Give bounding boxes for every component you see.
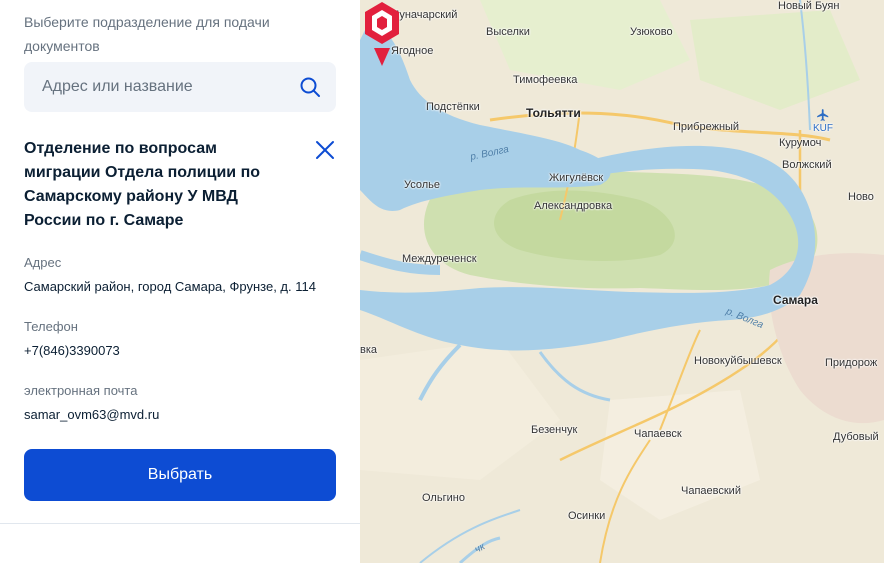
address-field: Адрес Самарский район, город Самара, Фру… xyxy=(24,254,344,296)
map-label-podstepki: Подстёпки xyxy=(426,101,480,113)
map-label-bezenchuk: Безенчук xyxy=(531,424,578,436)
map-label-vka: вка xyxy=(360,344,378,356)
map-label-usolye: Усолье xyxy=(404,179,441,191)
phone-value: +7(846)3390073 xyxy=(24,343,120,358)
email-field: электронная почта samar_ovm63@mvd.ru xyxy=(24,382,344,424)
office-panel: Выберите подразделение для подачи докуме… xyxy=(0,0,360,563)
map-label-pribrezhny: Прибрежный xyxy=(673,121,740,133)
address-label: Адрес xyxy=(24,255,62,270)
map-label-mezhdurechensk: Междуреченск xyxy=(402,253,477,265)
map-label-samara: Самара xyxy=(773,293,818,307)
map-label-osinki: Осинки xyxy=(568,510,606,522)
map[interactable]: Луначарский Выселки Узюково Новый Буян Я… xyxy=(360,0,884,563)
map-label-chapaevsky: Чапаевский xyxy=(681,485,741,497)
map-label-uzyukovo: Узюково xyxy=(630,26,673,38)
search-icon[interactable] xyxy=(298,75,322,99)
email-value: samar_ovm63@mvd.ru xyxy=(24,407,160,422)
office-title: Отделение по вопросам миграции Отдела по… xyxy=(24,140,261,229)
map-label-zhigulevsk: Жигулёвск xyxy=(549,172,604,184)
phone-label: Телефон xyxy=(24,319,78,334)
office-map-marker[interactable] xyxy=(360,0,404,70)
map-label-novy-buyan: Новый Буян xyxy=(778,0,840,12)
map-label-chapaevsk: Чапаевск xyxy=(634,428,682,440)
search-input[interactable] xyxy=(24,62,284,112)
panel-intro: Выберите подразделение для подачи докуме… xyxy=(24,14,270,54)
email-label: электронная почта xyxy=(24,383,138,398)
phone-field: Телефон +7(846)3390073 xyxy=(24,318,344,360)
address-value: Самарский район, город Самара, Фрунзе, д… xyxy=(24,279,316,294)
map-label-novokuibyshevsk: Новокуйбышевск xyxy=(694,355,782,367)
map-label-vyselki: Выселки xyxy=(486,26,530,38)
map-label-pridorozh: Придорож xyxy=(825,357,878,369)
map-label-tolyatti: Тольятти xyxy=(526,106,581,120)
map-label-kurumoch: Курумоч xyxy=(779,137,822,149)
airport-code: KUF xyxy=(813,123,833,134)
panel-divider xyxy=(0,523,360,524)
map-label-dubovy: Дубовый xyxy=(833,431,879,443)
map-label-volzhsky: Волжский xyxy=(782,159,832,171)
airport-icon xyxy=(817,109,829,121)
map-label-novo: Ново xyxy=(848,191,874,203)
select-button[interactable]: Выбрать xyxy=(24,449,336,501)
map-label-timofeevka: Тимофеевка xyxy=(513,74,578,86)
map-label-aleksandrovka: Александровка xyxy=(534,200,613,212)
map-label-olgino: Ольгино xyxy=(422,492,465,504)
map-canvas xyxy=(360,0,884,563)
search-box[interactable] xyxy=(24,62,336,112)
close-icon[interactable] xyxy=(313,138,337,162)
